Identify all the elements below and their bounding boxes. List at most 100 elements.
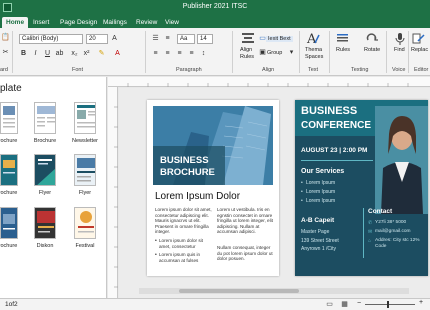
template-thumbnail[interactable] bbox=[0, 207, 18, 239]
template-label: rochure bbox=[0, 190, 18, 196]
zoom-in-icon[interactable]: + bbox=[419, 299, 423, 306]
document-canvas[interactable]: BUSINESS BROCHURE Lorem Ipsum Dolor Lore… bbox=[119, 88, 430, 298]
template-thumbnail[interactable] bbox=[74, 154, 96, 186]
rotate-label[interactable]: Rotate bbox=[364, 47, 380, 53]
rules-icon[interactable] bbox=[336, 32, 350, 46]
justify-icon[interactable]: ≡ bbox=[187, 49, 196, 58]
conference-flyer-page[interactable]: BUSINESS CONFERENCE AUGUST 23 | 2:00 PM … bbox=[295, 100, 428, 276]
superscript-icon[interactable]: x² bbox=[82, 49, 91, 58]
tab-view[interactable]: View bbox=[161, 17, 183, 28]
horizontal-ruler bbox=[108, 77, 430, 87]
subscript-icon[interactable]: x₂ bbox=[70, 49, 79, 58]
style-select[interactable]: Aa bbox=[177, 34, 195, 44]
replace-label[interactable]: Replac bbox=[411, 47, 428, 53]
underline-icon[interactable]: U bbox=[43, 49, 52, 58]
vertical-ruler bbox=[108, 87, 118, 298]
divider bbox=[363, 208, 364, 258]
brochure-bullet: Lorem ipsum dolor sit amet, consectetur bbox=[159, 238, 203, 249]
bullets-icon[interactable]: ☰ bbox=[151, 34, 160, 43]
email-icon: ✉ bbox=[368, 229, 373, 235]
title-bar: Publisher 2021 ITSC bbox=[0, 0, 430, 15]
page-indicator[interactable]: 1of2 bbox=[5, 301, 18, 308]
template-thumbnail[interactable] bbox=[74, 102, 96, 134]
divider bbox=[408, 31, 409, 73]
contact-line: Y27li 38* 5000 bbox=[375, 220, 407, 225]
template-thumbnail[interactable] bbox=[0, 102, 18, 134]
service-item: Lorem Ipsum bbox=[306, 198, 336, 204]
theme-icon[interactable]: A bbox=[306, 31, 320, 47]
normal-view-icon[interactable]: ▭ bbox=[325, 300, 334, 309]
replace-icon[interactable] bbox=[412, 32, 426, 46]
service-item: Lorem Ipsum bbox=[306, 189, 336, 195]
template-thumbnail[interactable] bbox=[34, 207, 56, 239]
template-thumbnail[interactable] bbox=[34, 102, 56, 134]
italic-icon[interactable]: I bbox=[31, 49, 40, 58]
tab-insert[interactable]: Insert bbox=[29, 17, 53, 28]
strikethrough-icon[interactable]: ab bbox=[55, 49, 64, 58]
service-item: Lorem Ipsum bbox=[306, 180, 336, 186]
scrollbar-thumb[interactable] bbox=[179, 289, 299, 293]
paste-icon[interactable]: 📋 bbox=[1, 33, 10, 42]
group-label[interactable]: Group bbox=[267, 50, 282, 56]
flyer-date: AUGUST 23 | 2:00 PM bbox=[301, 147, 368, 154]
horizontal-scrollbar[interactable] bbox=[139, 288, 409, 294]
grow-font-icon[interactable]: A bbox=[110, 34, 119, 43]
hero-title-line2: BROCHURE bbox=[160, 167, 215, 178]
zoom-slider[interactable] bbox=[365, 304, 415, 305]
rotate-icon[interactable] bbox=[365, 32, 379, 46]
ribbon: 📋 ✂ ard Calibri (Body) 20 A B I U ab x₂ … bbox=[0, 28, 430, 76]
venue-line: 139 Street Street bbox=[301, 238, 339, 244]
zoom-slider-thumb[interactable] bbox=[387, 301, 389, 308]
tab-home[interactable]: Home bbox=[2, 17, 29, 28]
template-thumbnail[interactable] bbox=[74, 207, 96, 239]
align-left-icon[interactable]: ≡ bbox=[151, 49, 160, 58]
group-icon[interactable]: ▣ bbox=[258, 48, 267, 57]
master-page-view-icon[interactable]: ▦ bbox=[340, 300, 349, 309]
theme-label[interactable]: Thema Spaces bbox=[305, 47, 327, 61]
group-label-font: Font bbox=[72, 67, 84, 73]
template-pane-header: plate bbox=[0, 83, 22, 94]
tab-mailings[interactable]: Mailings bbox=[99, 17, 131, 28]
style-size-select[interactable]: 14 bbox=[197, 34, 213, 44]
text-box-label[interactable]: Iexit Bext bbox=[266, 36, 293, 42]
template-thumbnail[interactable] bbox=[34, 154, 56, 186]
bold-icon[interactable]: B bbox=[19, 49, 28, 58]
line-spacing-icon[interactable]: ↕ bbox=[199, 49, 208, 58]
ribbon-tabs: Home Insert Page Design Mailings Review … bbox=[0, 15, 430, 28]
align-center-icon[interactable]: ≡ bbox=[163, 49, 172, 58]
numbering-icon[interactable]: ≡ bbox=[163, 34, 172, 43]
template-label: Brochure bbox=[33, 138, 57, 144]
venue-title: A-B Capeit bbox=[301, 217, 335, 224]
tab-page-design[interactable]: Page Design bbox=[56, 17, 101, 28]
font-size-select[interactable]: 20 bbox=[86, 34, 108, 44]
group-label-editor: Editor bbox=[414, 67, 429, 73]
template-label: Flyer bbox=[38, 190, 52, 196]
rules-label[interactable]: Rules bbox=[336, 47, 350, 53]
align-rules-label[interactable]: Align Rules bbox=[240, 47, 256, 61]
align-rules-icon[interactable] bbox=[241, 31, 255, 45]
services-bullet-icon: • bbox=[301, 189, 303, 195]
divider bbox=[329, 31, 330, 73]
highlight-icon[interactable]: ✎ bbox=[97, 49, 106, 58]
font-color-icon[interactable]: A bbox=[113, 49, 122, 58]
find-label[interactable]: Find bbox=[394, 47, 405, 53]
template-pane: plate rochure Brochure Newsletter rochur… bbox=[0, 77, 107, 298]
brochure-column-2: Lorem ut vestibula. Iris en egnstin cons… bbox=[217, 207, 273, 235]
brochure-page[interactable]: BUSINESS BROCHURE Lorem Ipsum Dolor Lore… bbox=[147, 100, 279, 276]
template-thumbnail[interactable] bbox=[0, 154, 18, 186]
status-bar: 1of2 ▭ ▦ − + bbox=[0, 298, 430, 310]
tab-review[interactable]: Review bbox=[132, 17, 161, 28]
font-name-select[interactable]: Calibri (Body) bbox=[19, 34, 83, 44]
services-bullet-icon: • bbox=[301, 180, 303, 186]
services-bullet-icon: • bbox=[301, 198, 303, 204]
template-label: Flyer bbox=[78, 190, 92, 196]
dropdown-chevron-icon[interactable]: ▾ bbox=[287, 48, 296, 57]
cut-icon[interactable]: ✂ bbox=[1, 48, 10, 57]
template-label: Festival bbox=[75, 243, 95, 249]
zoom-out-icon[interactable]: − bbox=[357, 300, 361, 307]
align-right-icon[interactable]: ≡ bbox=[175, 49, 184, 58]
group-label-clipboard: ard bbox=[0, 67, 8, 73]
contact-line: Addres: City stc 12% Code bbox=[375, 238, 420, 249]
divider bbox=[299, 31, 300, 73]
microphone-icon[interactable] bbox=[393, 32, 407, 46]
